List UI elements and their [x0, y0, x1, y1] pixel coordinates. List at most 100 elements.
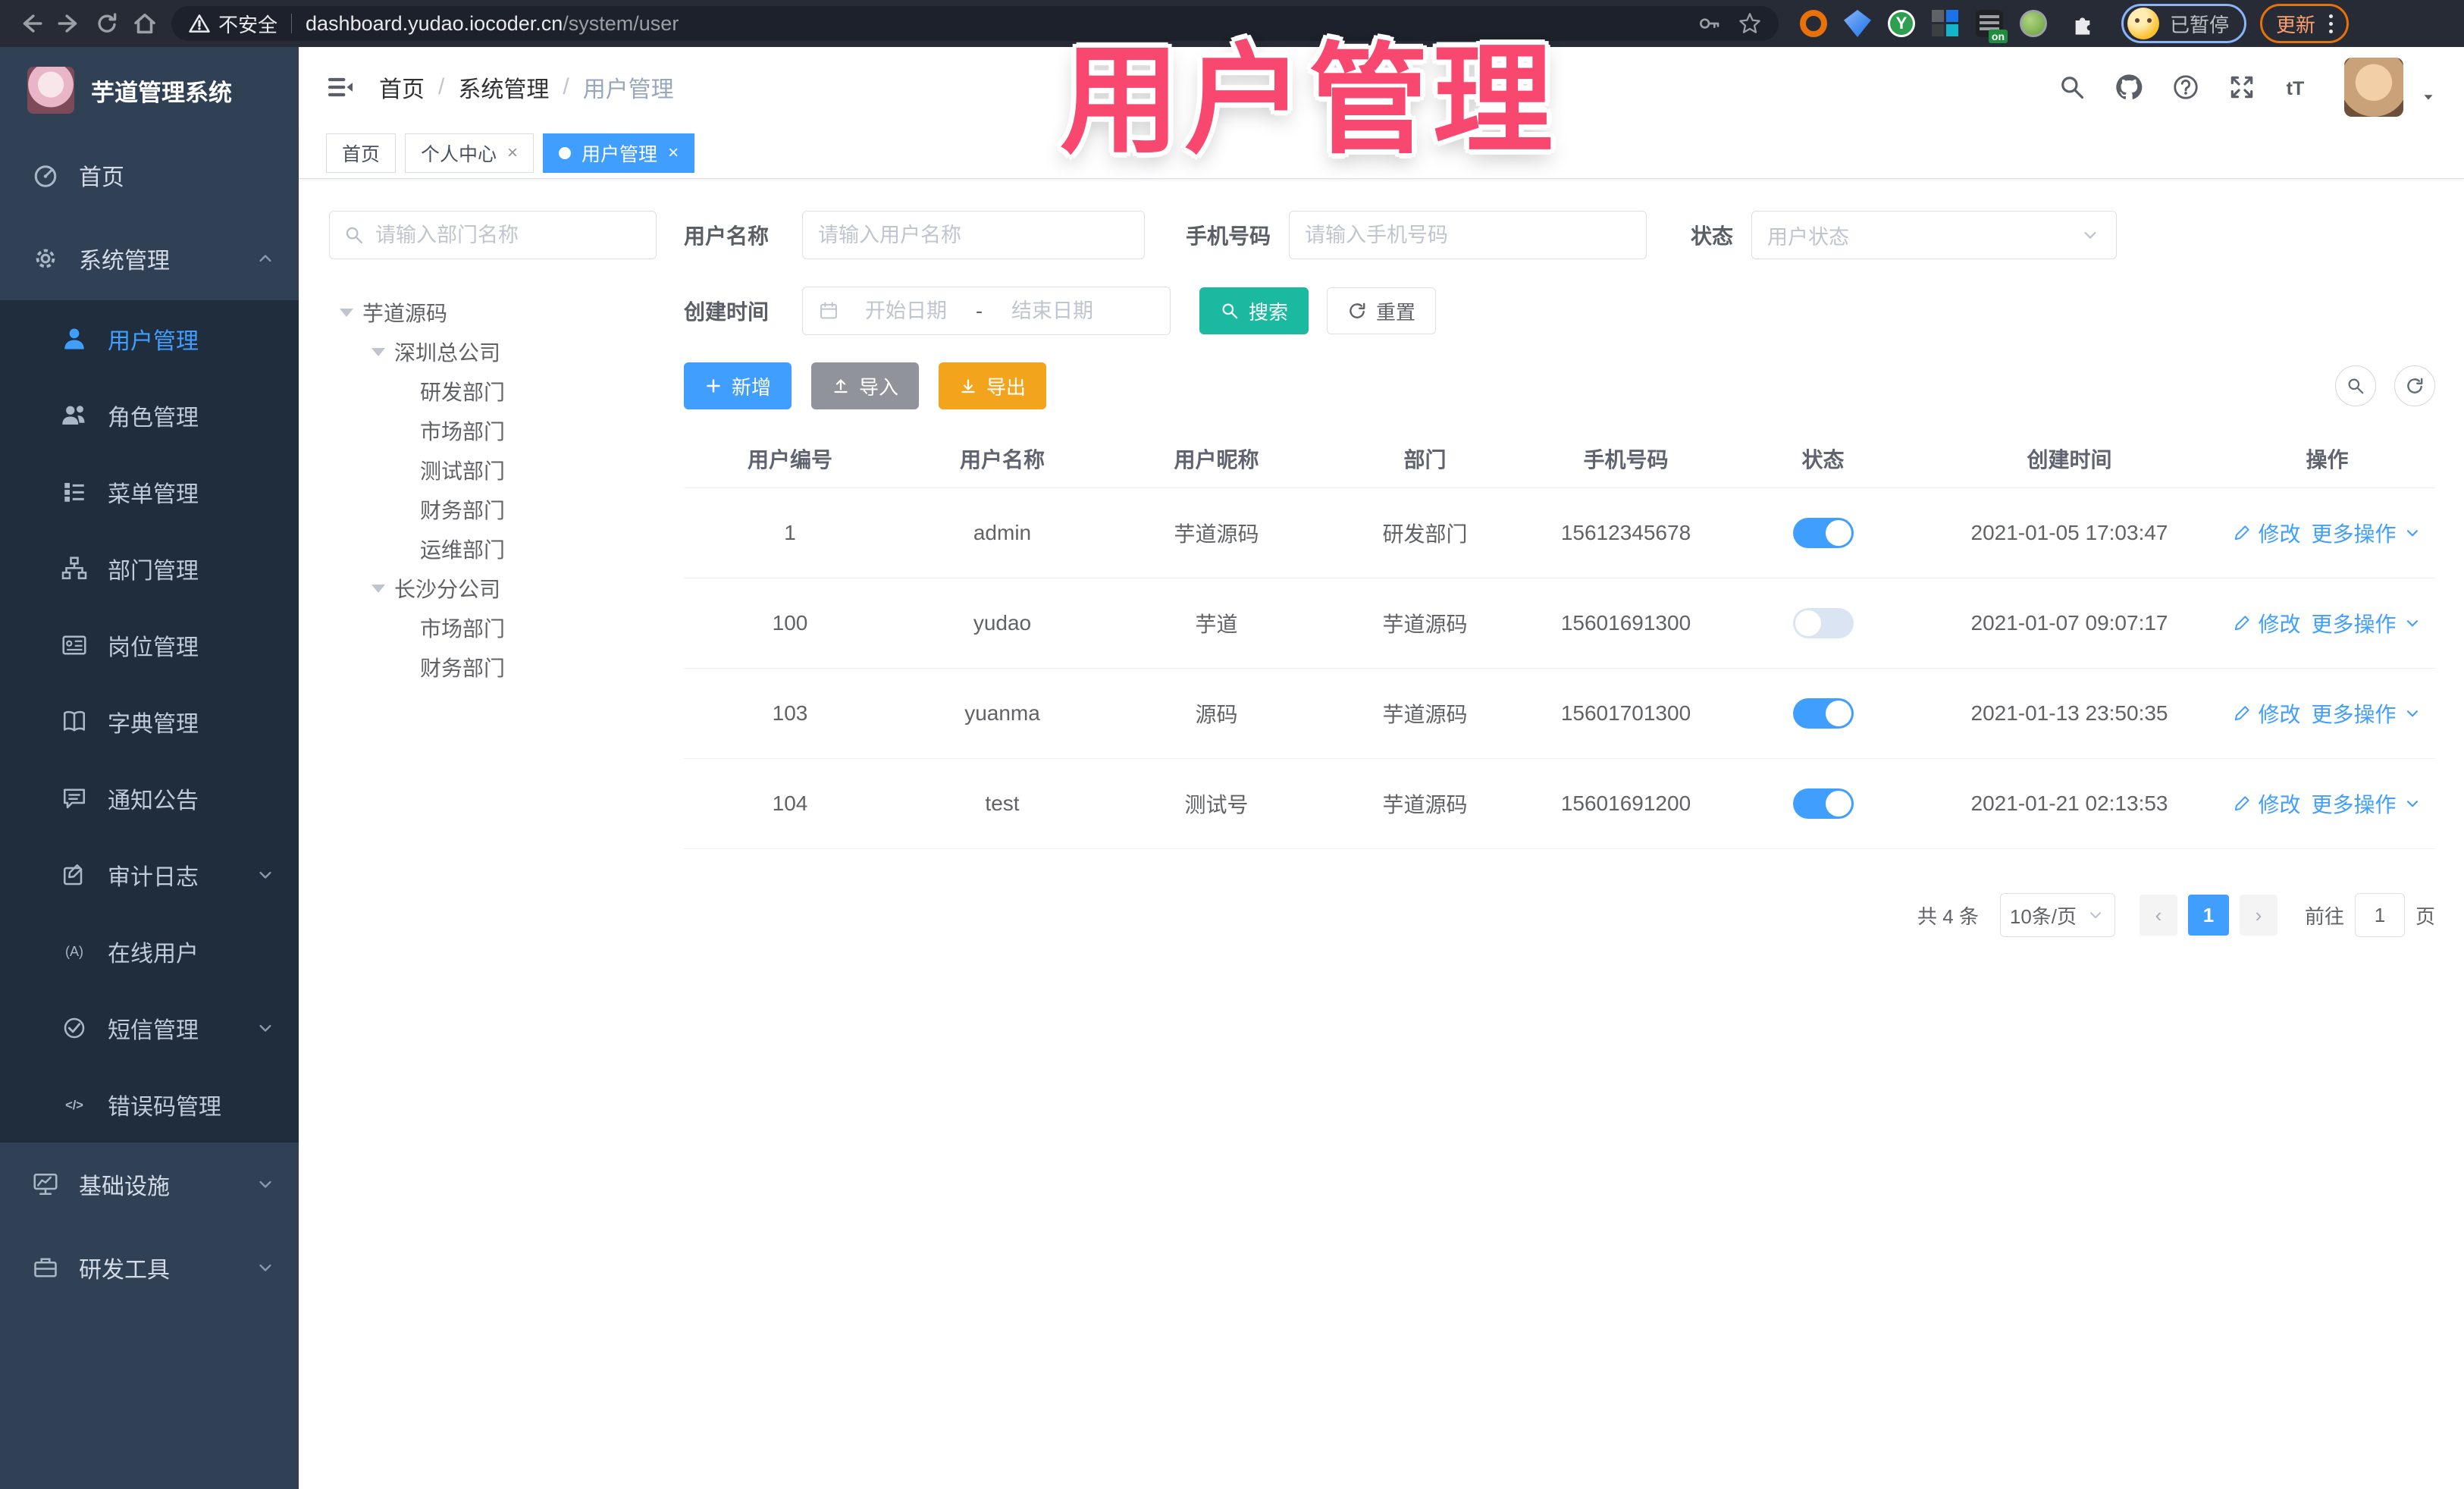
sidebar-item-system[interactable]: 系统管理 [0, 217, 299, 300]
refresh-table-button[interactable] [2394, 365, 2435, 406]
address-bar[interactable]: 不安全 dashboard.yudao.iocoder.cn/system/us… [171, 6, 1779, 41]
code-icon [61, 1091, 88, 1118]
security-label[interactable]: 不安全 [218, 10, 277, 38]
edit-link[interactable]: 修改 [2232, 788, 2301, 819]
breadcrumb-system[interactable]: 系统管理 [458, 71, 549, 104]
sidebar-item-post-mgmt[interactable]: 岗位管理 [0, 607, 299, 683]
status-toggle[interactable] [1792, 608, 1854, 638]
sidebar-item-home[interactable]: 首页 [0, 133, 299, 217]
edit-link[interactable]: 修改 [2232, 608, 2301, 638]
edit-link[interactable]: 修改 [2232, 698, 2301, 729]
tree-expand-icon[interactable] [340, 308, 353, 317]
bookmark-star-icon[interactable] [1738, 11, 1762, 36]
sidebar-item-infrastructure[interactable]: 基础设施 [0, 1143, 299, 1226]
tree-node[interactable]: 财务部门 [329, 490, 657, 529]
sidebar-item-menu-mgmt[interactable]: 菜单管理 [0, 453, 299, 530]
tab-close-icon[interactable]: × [507, 143, 518, 164]
prev-page-button[interactable]: ‹ [2139, 895, 2177, 936]
tree-node[interactable]: 市场部门 [329, 608, 657, 647]
more-actions-link[interactable]: 更多操作 [2312, 608, 2422, 638]
header-search-icon[interactable] [2058, 73, 2086, 102]
sidebar-item-user-mgmt[interactable]: 用户管理 [0, 300, 299, 377]
status-toggle[interactable] [1792, 698, 1854, 729]
tree-node[interactable]: 运维部门 [329, 529, 657, 569]
goto-page-input[interactable] [2354, 893, 2405, 937]
username-input[interactable] [818, 223, 1129, 247]
tree-node-label: 市场部门 [420, 420, 506, 444]
status-select[interactable]: 用户状态 [1751, 211, 2118, 259]
toggle-search-button[interactable] [2335, 365, 2376, 406]
browser-back-button[interactable] [12, 5, 50, 42]
next-page-button[interactable]: › [2239, 895, 2277, 936]
tree-node[interactable]: 长沙分公司 [329, 569, 657, 608]
tree-expand-icon[interactable] [371, 347, 385, 356]
avatar-caret-down-icon[interactable] [2420, 89, 2437, 105]
mobile-input[interactable] [1305, 223, 1632, 247]
sidebar-logo[interactable]: 芋道管理系统 [0, 47, 299, 133]
tree-node[interactable]: 财务部门 [329, 647, 657, 687]
more-actions-link[interactable]: 更多操作 [2312, 518, 2422, 548]
more-actions-link[interactable]: 更多操作 [2312, 698, 2422, 729]
browser-reload-button[interactable] [88, 5, 126, 42]
sidebar-item-role-mgmt[interactable]: 角色管理 [0, 377, 299, 453]
status-toggle[interactable] [1792, 518, 1854, 548]
browser-update-menu-button[interactable]: 更新 [2260, 4, 2350, 43]
sidebar-item-notice[interactable]: 通知公告 [0, 760, 299, 836]
browser-forward-button[interactable] [50, 5, 88, 42]
date-range-picker[interactable]: - [802, 287, 1171, 335]
sidebar-item-label: 首页 [79, 165, 124, 190]
search-button[interactable]: 搜索 [1199, 287, 1309, 334]
sidebar-item-dev-tools[interactable]: 研发工具 [0, 1226, 299, 1309]
fullscreen-icon[interactable] [2227, 73, 2256, 102]
help-icon[interactable] [2171, 73, 2200, 102]
sidebar-item-sms-mgmt[interactable]: 短信管理 [0, 989, 299, 1066]
tab-profile[interactable]: 个人中心 × [405, 133, 534, 173]
extensions-puzzle-button[interactable] [2064, 5, 2102, 42]
cell-nickname: 芋道源码 [1174, 522, 1259, 546]
extension-blue-gem-icon[interactable] [1844, 10, 1871, 37]
page-size-select[interactable]: 10条/页 [1999, 893, 2115, 937]
tree-node[interactable]: 深圳总公司 [329, 332, 657, 371]
sidebar-item-dept-mgmt[interactable]: 部门管理 [0, 530, 299, 607]
edit-note-icon [61, 861, 88, 889]
date-end-input[interactable] [992, 299, 1113, 323]
extension-orange-ring-icon[interactable] [1800, 10, 1827, 37]
github-icon[interactable] [2114, 72, 2144, 102]
date-start-input[interactable] [845, 299, 967, 323]
user-table: 用户编号 用户名称 用户昵称 部门 手机号码 状态 创建时间 操作 1 admi… [684, 429, 2435, 849]
more-actions-link[interactable]: 更多操作 [2312, 788, 2422, 819]
export-button[interactable]: 导出 [939, 362, 1047, 409]
tree-expand-icon[interactable] [371, 584, 385, 593]
edit-link[interactable]: 修改 [2232, 518, 2301, 548]
tab-user-mgmt[interactable]: 用户管理 × [543, 133, 695, 173]
sidebar-item-online-users[interactable]: 在线用户 [0, 913, 299, 989]
tab-home[interactable]: 首页 [326, 133, 397, 173]
sidebar-item-errcode-mgmt[interactable]: 错误码管理 [0, 1066, 299, 1143]
breadcrumb-home[interactable]: 首页 [379, 71, 425, 104]
status-toggle[interactable] [1792, 788, 1854, 819]
extension-green-y-icon[interactable]: Y [1888, 10, 1915, 37]
sidebar-item-dict-mgmt[interactable]: 字典管理 [0, 683, 299, 760]
extension-switch-on-icon[interactable]: on [1976, 10, 2008, 43]
tree-node[interactable]: 研发部门 [329, 371, 657, 411]
import-button[interactable]: 导入 [811, 362, 920, 409]
browser-home-button[interactable] [126, 5, 164, 42]
page-url[interactable]: dashboard.yudao.iocoder.cn/system/user [306, 12, 679, 36]
browser-profile-chip[interactable]: 已暂停 [2121, 4, 2247, 43]
password-key-icon[interactable] [1697, 11, 1721, 36]
extension-leaf-icon[interactable] [2020, 10, 2047, 37]
extension-grid-icon[interactable] [1932, 10, 1959, 37]
page-number-button[interactable]: 1 [2187, 895, 2229, 936]
sidebar-item-label: 菜单管理 [108, 481, 199, 507]
font-size-icon[interactable] [2284, 72, 2317, 102]
sidebar-item-audit-log[interactable]: 审计日志 [0, 836, 299, 913]
tab-close-icon[interactable]: × [668, 143, 679, 164]
sidebar-collapse-icon[interactable] [326, 72, 356, 102]
tree-node[interactable]: 芋道源码 [329, 293, 657, 332]
tree-node[interactable]: 市场部门 [329, 411, 657, 450]
dept-search-input[interactable] [375, 223, 642, 247]
tree-node[interactable]: 测试部门 [329, 450, 657, 490]
user-avatar[interactable] [2344, 58, 2403, 117]
add-button[interactable]: 新增 [684, 362, 792, 409]
reset-button[interactable]: 重置 [1327, 287, 1437, 334]
